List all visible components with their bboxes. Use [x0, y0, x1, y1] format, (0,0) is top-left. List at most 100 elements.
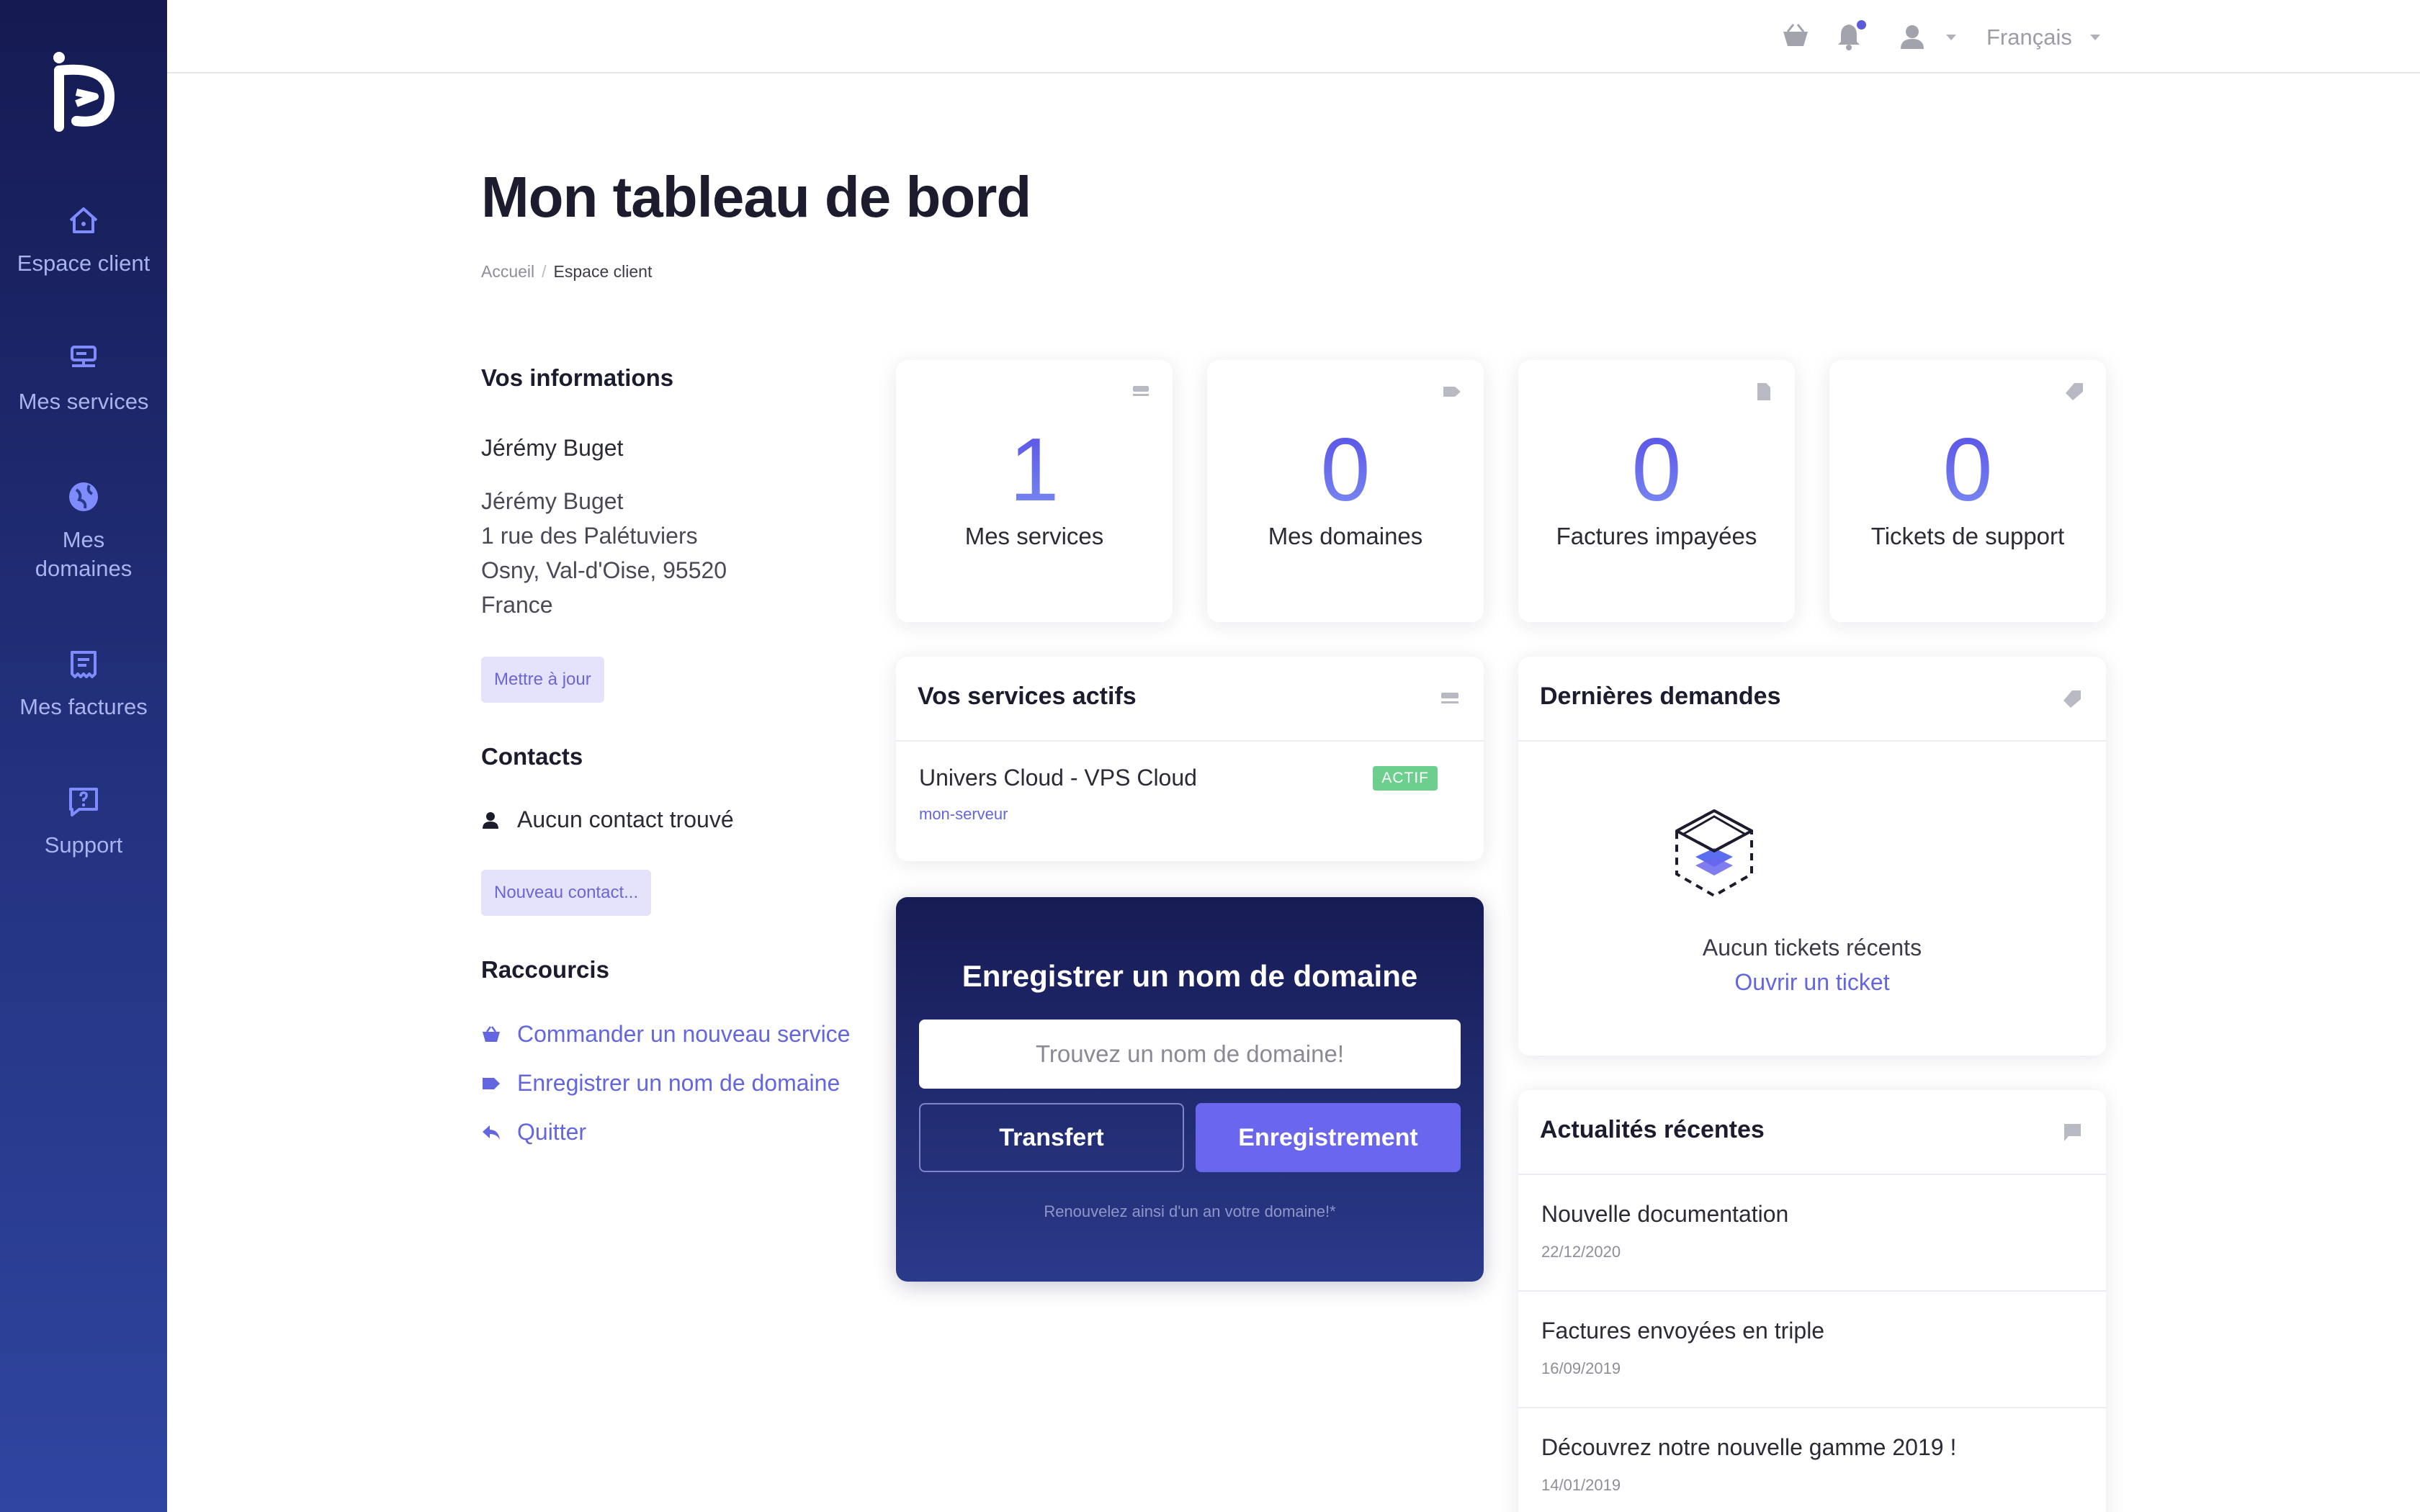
panel-header: Actualités récentes: [1518, 1090, 2106, 1175]
sidebar-item-label: Mes services: [18, 389, 149, 414]
shortcut-order-service[interactable]: Commander un nouveau service: [481, 1021, 850, 1048]
shortcut-label: Enregistrer un nom de domaine: [517, 1070, 841, 1096]
stat-label: Factures impayées: [1556, 523, 1757, 549]
sidebar-item-label: Mes domaines: [35, 527, 133, 581]
breadcrumb-home-link[interactable]: Accueil: [481, 262, 534, 281]
sidebar-item-mes-factures[interactable]: Mes factures: [0, 645, 167, 721]
account-address: Jérémy Buget 1 rue des Palétuviers Osny,…: [481, 484, 727, 622]
address-line: Jérémy Buget: [481, 488, 624, 514]
empty-inbox-icon: [1675, 809, 1753, 898]
breadcrumb-current: Espace client: [553, 262, 653, 281]
stat-value: 1: [896, 423, 1173, 517]
stat-value: 0: [1829, 423, 2106, 517]
news-item[interactable]: Factures envoyées en triple 16/09/2019: [1518, 1292, 2106, 1408]
stat-value: 0: [1207, 423, 1484, 517]
brand-logo[interactable]: [48, 49, 120, 132]
panel-title: Vos services actifs: [918, 683, 1137, 710]
stat-value: 0: [1518, 423, 1795, 517]
service-name[interactable]: Univers Cloud - VPS Cloud: [919, 765, 1197, 791]
news-date: 16/09/2019: [1541, 1359, 1621, 1377]
stat-card-invoices[interactable]: 0 Factures impayées: [1518, 360, 1795, 622]
shortcut-label: Quitter: [517, 1119, 587, 1145]
stat-card-tickets[interactable]: 0 Tickets de support: [1829, 360, 2106, 622]
server-icon: [1441, 693, 1458, 703]
shortcuts-section-title: Raccourcis: [481, 956, 609, 983]
address-line: France: [481, 592, 553, 618]
chevron-down-icon[interactable]: [1946, 35, 1956, 40]
sidebar-item-label: Espace client: [17, 251, 151, 276]
news-item[interactable]: Découvrez notre nouvelle gamme 2019 ! 14…: [1518, 1408, 2106, 1512]
panel-title: Dernières demandes: [1540, 683, 1781, 710]
user-icon[interactable]: [1897, 22, 1927, 52]
basket-icon[interactable]: [1780, 22, 1811, 52]
tag-icon: [1443, 387, 1461, 397]
stat-label: Tickets de support: [1870, 523, 2065, 549]
news-date: 22/12/2020: [1541, 1243, 1621, 1261]
active-services-panel: Vos services actifs Univers Cloud - VPS …: [896, 657, 1484, 861]
sidebar-item-label: Mes factures: [19, 694, 148, 719]
stat-card-domains[interactable]: 0 Mes domaines: [1207, 360, 1484, 622]
news-title[interactable]: Nouvelle documentation: [1541, 1201, 1788, 1228]
shortcut-label: Commander un nouveau service: [517, 1021, 851, 1047]
flag-icon: [2064, 1124, 2081, 1141]
status-badge: ACTIF: [1373, 766, 1438, 791]
domain-box-title: Enregistrer un nom de domaine: [962, 959, 1418, 993]
domain-search-box: Enregistrer un nom de domaine Transfert …: [896, 897, 1484, 1282]
language-selector[interactable]: Français: [1986, 24, 2072, 50]
globe-icon: [69, 482, 98, 511]
page-title: Mon tableau de bord: [481, 165, 1031, 229]
tag-icon: [483, 1077, 500, 1089]
tickets-empty-text: Aucun tickets récents: [1702, 935, 1922, 960]
home-icon: [69, 207, 98, 233]
breadcrumb: Accueil / Espace client: [481, 262, 652, 282]
service-host[interactable]: mon-serveur: [919, 805, 1008, 824]
contacts-empty-text: Aucun contact trouvé: [517, 806, 734, 832]
chevron-down-icon[interactable]: [2090, 35, 2100, 40]
panel-header: Dernières demandes: [1518, 657, 2106, 742]
news-item[interactable]: Nouvelle documentation 22/12/2020: [1518, 1175, 2106, 1292]
server-icon: [71, 346, 97, 367]
update-info-button[interactable]: Mettre à jour: [481, 657, 604, 703]
news-date: 14/01/2019: [1541, 1476, 1621, 1494]
shortcut-logout[interactable]: Quitter: [481, 1119, 586, 1146]
address-line: 1 rue des Palétuviers: [481, 523, 698, 549]
contacts-empty-row: Aucun contact trouvé: [481, 806, 734, 833]
address-line: Osny, Val-d'Oise, 95520: [481, 557, 727, 583]
stat-label: Mes services: [964, 523, 1104, 549]
news-title[interactable]: Découvrez notre nouvelle gamme 2019 !: [1541, 1434, 1956, 1461]
news-title[interactable]: Factures envoyées en triple: [1541, 1318, 1824, 1344]
transfer-button[interactable]: Transfert: [919, 1103, 1184, 1172]
sidebar-item-label: Support: [44, 832, 123, 858]
breadcrumb-separator: /: [542, 262, 547, 281]
panel-header: Vos services actifs: [896, 657, 1484, 742]
recent-news-panel: Actualités récentes Nouvelle documentati…: [1518, 1090, 2106, 1512]
sidebar-item-espace-client[interactable]: Espace client: [0, 202, 167, 278]
sidebar-item-support[interactable]: Support: [0, 783, 167, 860]
notification-dot: [1857, 20, 1866, 30]
domain-note: Renouvelez ainsi d'un an votre domaine!*: [1044, 1202, 1336, 1220]
ticket-icon: [2063, 690, 2081, 708]
person-icon: [483, 811, 498, 829]
server-icon: [1133, 386, 1149, 396]
domain-search-input[interactable]: [919, 1020, 1461, 1089]
shortcut-register-domain[interactable]: Enregistrer un nom de domaine: [481, 1070, 840, 1097]
sidebar-item-mes-domaines[interactable]: Mes domaines: [0, 478, 167, 583]
top-bar: [167, 0, 2420, 73]
new-contact-button[interactable]: Nouveau contact...: [481, 870, 652, 916]
info-section-title: Vos informations: [481, 364, 674, 391]
sidebar-item-mes-services[interactable]: Mes services: [0, 340, 167, 416]
panel-title: Actualités récentes: [1540, 1116, 1765, 1143]
recent-tickets-panel: Dernières demandes Aucun tickets récents…: [1518, 657, 2106, 1056]
open-ticket-link[interactable]: Ouvrir un ticket: [1518, 969, 2106, 996]
contacts-section-title: Contacts: [481, 743, 583, 770]
register-button[interactable]: Enregistrement: [1196, 1103, 1461, 1172]
account-name: Jérémy Buget: [481, 435, 624, 461]
ticket-icon: [2066, 383, 2083, 400]
stat-card-services[interactable]: 1 Mes services: [896, 360, 1173, 622]
support-chat-icon: [69, 788, 98, 816]
basket-icon: [483, 1025, 500, 1042]
file-icon: [1757, 383, 1770, 400]
sidebar: Espace client Mes services Mes domaines …: [0, 0, 167, 1512]
invoice-icon: [71, 651, 97, 678]
stat-label: Mes domaines: [1268, 523, 1423, 549]
